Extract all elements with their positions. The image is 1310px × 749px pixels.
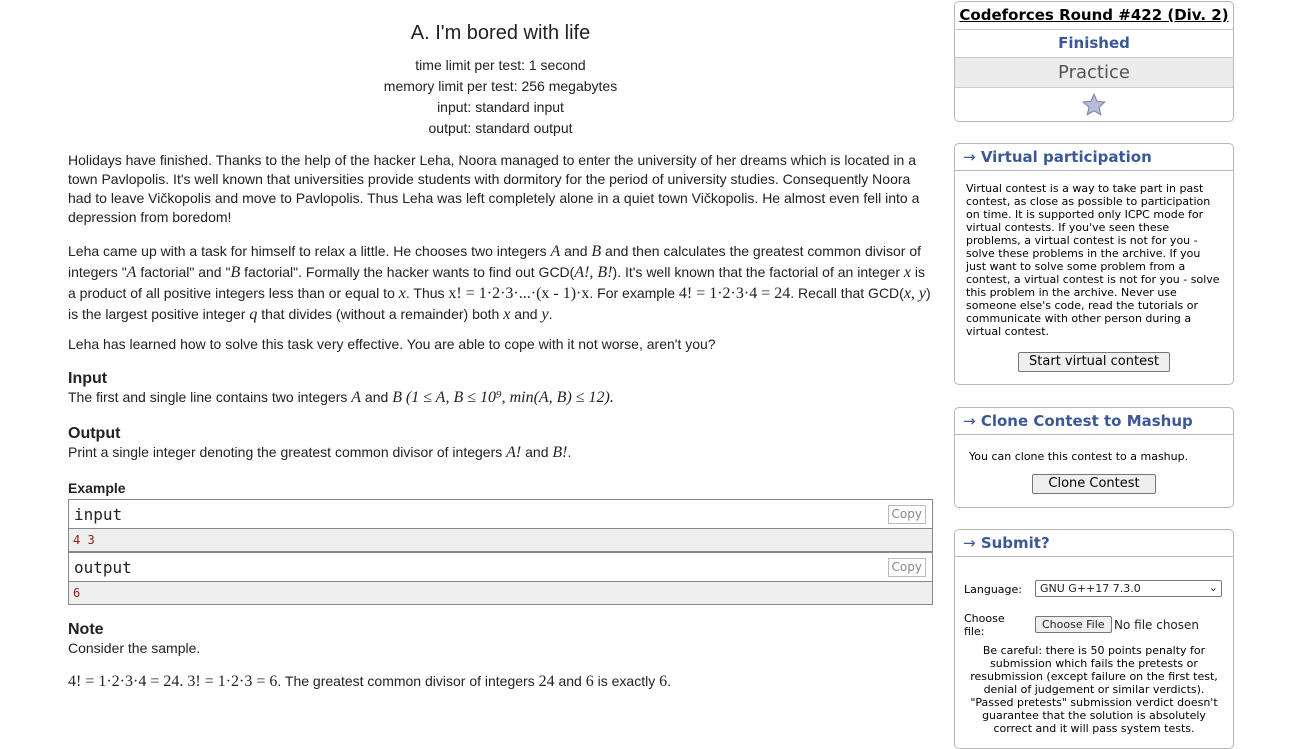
legend-paragraph-1: Holidays have finished. Thanks to the he… (68, 152, 920, 225)
favorite-row (955, 87, 1233, 122)
sample-output-box: output Copy 6 (68, 552, 933, 605)
legend-paragraph-2: Leha came up with a task for himself to … (68, 243, 931, 323)
start-virtual-contest-button[interactable]: Start virtual contest (1018, 352, 1170, 372)
problem-limits: time limit per test: 1 second memory lim… (68, 55, 933, 139)
submit-box: → Submit? Language: GNU G++17 7.3.0 ⌄ Ch… (954, 529, 1234, 749)
choose-file-label: Choose file: (964, 612, 1005, 638)
language-select-value: GNU G++17 7.3.0 (1040, 582, 1141, 595)
time-limit: time limit per test: 1 second (415, 57, 586, 73)
chevron-down-icon: ⌄ (1208, 581, 1218, 594)
copy-output-button[interactable]: Copy (887, 558, 926, 577)
star-icon[interactable] (1081, 92, 1107, 118)
input-section-title: Input (68, 370, 108, 387)
virtual-participation-box: → Virtual participation Virtual contest … (954, 143, 1234, 385)
submit-caption: → Submit? (955, 530, 1233, 557)
arrow-right-icon: → (963, 534, 976, 552)
note-subtitle: Consider the sample. (68, 640, 201, 656)
problem-header: A. I'm bored with life time limit per te… (68, 22, 933, 139)
language-label: Language: (964, 583, 1022, 596)
arrow-right-icon: → (963, 148, 976, 166)
example-title: Example (68, 480, 126, 496)
round-name-link[interactable]: Codeforces Round #422 (Div. 2) (955, 6, 1233, 24)
file-status: No file chosen (1114, 618, 1200, 632)
input-file: input: standard input (437, 99, 564, 115)
submit-title[interactable]: Submit? (981, 534, 1050, 552)
sample-output-value: 6 (69, 582, 932, 604)
problem-title: A. I'm bored with life (410, 22, 591, 44)
sample-output-label: output (74, 558, 132, 577)
clone-contest-button[interactable]: Clone Contest (1032, 474, 1156, 494)
clone-contest-caption: → Clone Contest to Mashup (955, 408, 1233, 435)
virtual-participation-text: Virtual contest is a way to take part in… (966, 182, 1220, 338)
clone-contest-text: You can clone this contest to a mashup. (969, 450, 1189, 463)
input-section-text: The first and single line contains two i… (68, 389, 614, 406)
sample-input-label: input (74, 505, 123, 524)
copy-input-button[interactable]: Copy (887, 505, 926, 524)
note-text: 4! = 1·2·3·4 = 24. 3! = 1·2·3 = 6. The g… (68, 673, 671, 690)
problem-statement: A. I'm bored with life time limit per te… (68, 0, 933, 690)
note-title: Note (68, 621, 104, 638)
practice-link[interactable]: Practice (955, 57, 1233, 87)
output-section-text: Print a single integer denoting the grea… (68, 444, 572, 461)
choose-file-button[interactable]: Choose File (1035, 616, 1112, 633)
sample-input-box: input Copy 4 3 (68, 499, 933, 552)
output-file: output: standard output (428, 120, 573, 136)
clone-contest-title[interactable]: Clone Contest to Mashup (981, 412, 1193, 430)
virtual-participation-title[interactable]: Virtual participation (981, 148, 1152, 166)
arrow-right-icon: → (963, 412, 976, 430)
penalty-warning: Be careful: there is 50 points penalty f… (970, 644, 1218, 735)
legend-paragraph-3: Leha has learned how to solve this task … (68, 336, 716, 352)
output-section-title: Output (68, 425, 121, 442)
virtual-participation-caption: → Virtual participation (955, 144, 1233, 171)
contest-status: Finished (955, 29, 1233, 58)
language-select[interactable]: GNU G++17 7.3.0 ⌄ (1035, 580, 1222, 597)
clone-contest-box: → Clone Contest to Mashup You can clone … (954, 407, 1234, 508)
round-box: Codeforces Round #422 (Div. 2) Finished … (954, 1, 1234, 122)
memory-limit: memory limit per test: 256 megabytes (383, 78, 618, 94)
sample-input-value: 4 3 (69, 529, 932, 551)
